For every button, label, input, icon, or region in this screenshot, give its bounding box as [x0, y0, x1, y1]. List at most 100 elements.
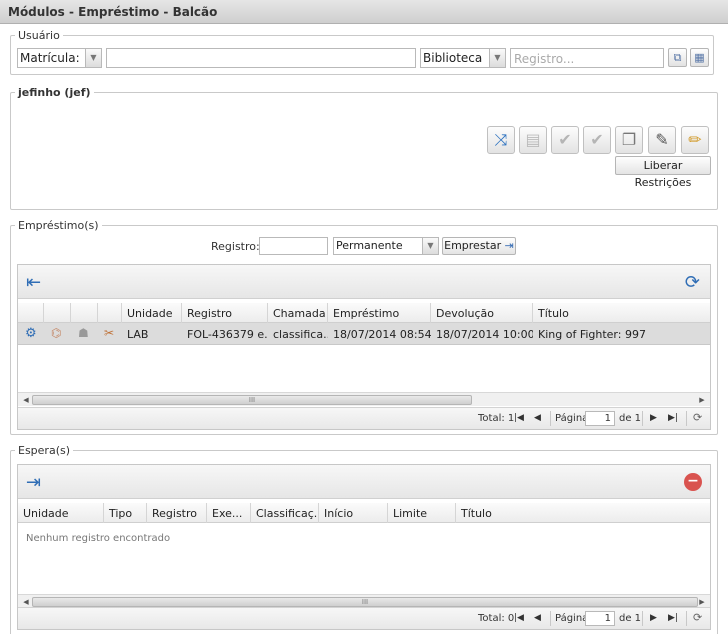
registro-label: Registro:: [211, 240, 260, 253]
col-emprestimo[interactable]: Empréstimo: [328, 303, 431, 323]
cell-unidade: LAB: [127, 328, 149, 341]
chevron-down-icon[interactable]: ▼: [422, 238, 438, 254]
refresh-book-icon[interactable]: ⟳: [685, 272, 700, 293]
col-classificacao[interactable]: Classificaç...: [251, 503, 319, 523]
emprestimo-registro-input[interactable]: [259, 237, 328, 255]
liberar-restricoes-button[interactable]: Liberar Restrições: [615, 156, 711, 189]
espera-header: Unidade Tipo Registro Exe... Classificaç…: [18, 503, 710, 523]
edit-icon: ✎: [655, 130, 669, 149]
calendar-button[interactable]: ▦: [690, 48, 709, 67]
pager-separator: [686, 411, 687, 426]
col-chamada[interactable]: Chamada: [268, 303, 328, 323]
next-page-icon[interactable]: ▶: [650, 413, 657, 423]
col-icon-1: [18, 303, 44, 323]
check-all-button[interactable]: ✔: [583, 126, 611, 154]
biblioteca-select[interactable]: Biblioteca ▼: [420, 48, 506, 68]
book-return-icon[interactable]: ⇤: [26, 272, 41, 293]
list-icon: ▤: [525, 130, 541, 149]
next-page-icon[interactable]: ▶: [650, 613, 657, 623]
first-page-icon[interactable]: |◀: [514, 413, 524, 423]
scroll-thumb[interactable]: III: [32, 395, 472, 405]
book-add-icon[interactable]: ⇥: [26, 472, 41, 493]
user-fieldset: jefinho (jef): [10, 86, 718, 210]
last-page-icon[interactable]: ▶|: [668, 413, 678, 423]
total-count: Total: 0: [478, 613, 515, 624]
col-icon-2: [44, 303, 71, 323]
window-title: Módulos - Empréstimo - Balcão: [0, 0, 728, 24]
arrow-right-icon: ⇥: [504, 239, 514, 252]
emprestimo-header: Unidade Registro Chamada Empréstimo Devo…: [18, 303, 710, 323]
last-page-icon[interactable]: ▶|: [668, 613, 678, 623]
settings-icon[interactable]: ⚙: [21, 323, 43, 345]
col-titulo[interactable]: Título: [533, 303, 710, 323]
usuario-legend: Usuário: [18, 29, 60, 42]
scroll-thumb[interactable]: III: [32, 597, 698, 607]
check-icon: ✔: [558, 130, 572, 149]
pager-separator: [642, 411, 643, 426]
scroll-left-icon[interactable]: ◀: [20, 394, 32, 406]
scroll-right-icon[interactable]: ▶: [696, 394, 708, 406]
col-limite[interactable]: Limite: [388, 503, 456, 523]
refresh-icon[interactable]: ⟳: [693, 611, 702, 624]
emprestimo-pager: Total: 1 |◀ ◀ Página 1 de 1 ▶ ▶| ⟳: [18, 407, 710, 429]
col-registro[interactable]: Registro: [182, 303, 268, 323]
unlink-icon[interactable]: ✂: [100, 323, 122, 345]
horizontal-scrollbar[interactable]: ◀ III ▶: [18, 594, 710, 608]
emprestar-button[interactable]: Emprestar ⇥: [442, 237, 516, 255]
registro-input[interactable]: Registro...: [510, 48, 664, 68]
table-row[interactable]: ⚙ ⌬ ☗ ✂ LAB FOL-436379 e... classifica..…: [18, 323, 710, 345]
chevron-down-icon[interactable]: ▼: [489, 49, 505, 67]
shuffle-icon: ⤨: [494, 130, 508, 149]
usuario-input[interactable]: [106, 48, 416, 68]
emprestimo-tipo-value: Permanente: [336, 239, 403, 252]
col-unidade[interactable]: Unidade: [18, 503, 104, 523]
window-search-icon: ⧉: [673, 51, 682, 64]
cell-emprestimo: 18/07/2014 08:54: [333, 328, 431, 341]
tipo-usuario-select[interactable]: Matrícula: ▼: [17, 48, 102, 68]
page-input[interactable]: 1: [585, 411, 615, 426]
page-input[interactable]: 1: [585, 611, 615, 626]
emprestimo-legend: Empréstimo(s): [18, 219, 99, 232]
pencil-icon: ✏: [688, 130, 702, 149]
col-icon-4: [98, 303, 122, 323]
biblioteca-value: Biblioteca: [423, 51, 483, 65]
first-page-icon[interactable]: |◀: [514, 613, 524, 623]
col-exemplar[interactable]: Exe...: [207, 503, 251, 523]
col-unidade[interactable]: Unidade: [122, 303, 182, 323]
tag-icon[interactable]: ⌬: [47, 323, 69, 345]
pager-separator: [686, 611, 687, 626]
emprestimo-tipo-select[interactable]: Permanente ▼: [333, 237, 439, 255]
col-tipo[interactable]: Tipo: [104, 503, 147, 523]
pagina-label: Página: [555, 613, 589, 624]
prev-page-icon[interactable]: ◀: [534, 613, 541, 623]
total-count: Total: 1: [478, 413, 515, 424]
copy-button[interactable]: ❐: [615, 126, 643, 154]
user-legend: jefinho (jef): [18, 86, 91, 99]
refresh-icon[interactable]: ⟳: [693, 411, 702, 424]
list-button[interactable]: ▤: [519, 126, 547, 154]
horizontal-scrollbar[interactable]: ◀ III ▶: [18, 392, 710, 406]
remove-icon[interactable]: −: [684, 473, 702, 491]
espera-legend: Espera(s): [18, 444, 71, 457]
user-icon[interactable]: ☗: [74, 323, 96, 345]
shuffle-button[interactable]: ⤨: [487, 126, 515, 154]
pager-separator: [550, 611, 551, 626]
cell-titulo: King of Fighter: 997: [538, 328, 646, 341]
emprestimo-toolbar: ⇤ ⟳: [18, 265, 710, 299]
emprestimo-grid: ⇤ ⟳ Unidade Registro Chamada Empréstimo …: [17, 264, 711, 430]
col-inicio[interactable]: Início: [319, 503, 388, 523]
pencil-button[interactable]: ✏: [681, 126, 709, 154]
pager-separator: [642, 611, 643, 626]
prev-page-icon[interactable]: ◀: [534, 413, 541, 423]
col-devolucao[interactable]: Devolução: [431, 303, 533, 323]
search-user-button[interactable]: ⧉: [668, 48, 687, 67]
pager-separator: [550, 411, 551, 426]
check-button[interactable]: ✔: [551, 126, 579, 154]
page-of: de 1: [619, 413, 642, 424]
edit-button[interactable]: ✎: [648, 126, 676, 154]
col-registro[interactable]: Registro: [147, 503, 207, 523]
chevron-down-icon[interactable]: ▼: [85, 49, 101, 67]
col-titulo[interactable]: Título: [456, 503, 710, 523]
emprestar-label: Emprestar: [444, 239, 502, 252]
cell-devolucao: 18/07/2014 10:00: [436, 328, 533, 341]
